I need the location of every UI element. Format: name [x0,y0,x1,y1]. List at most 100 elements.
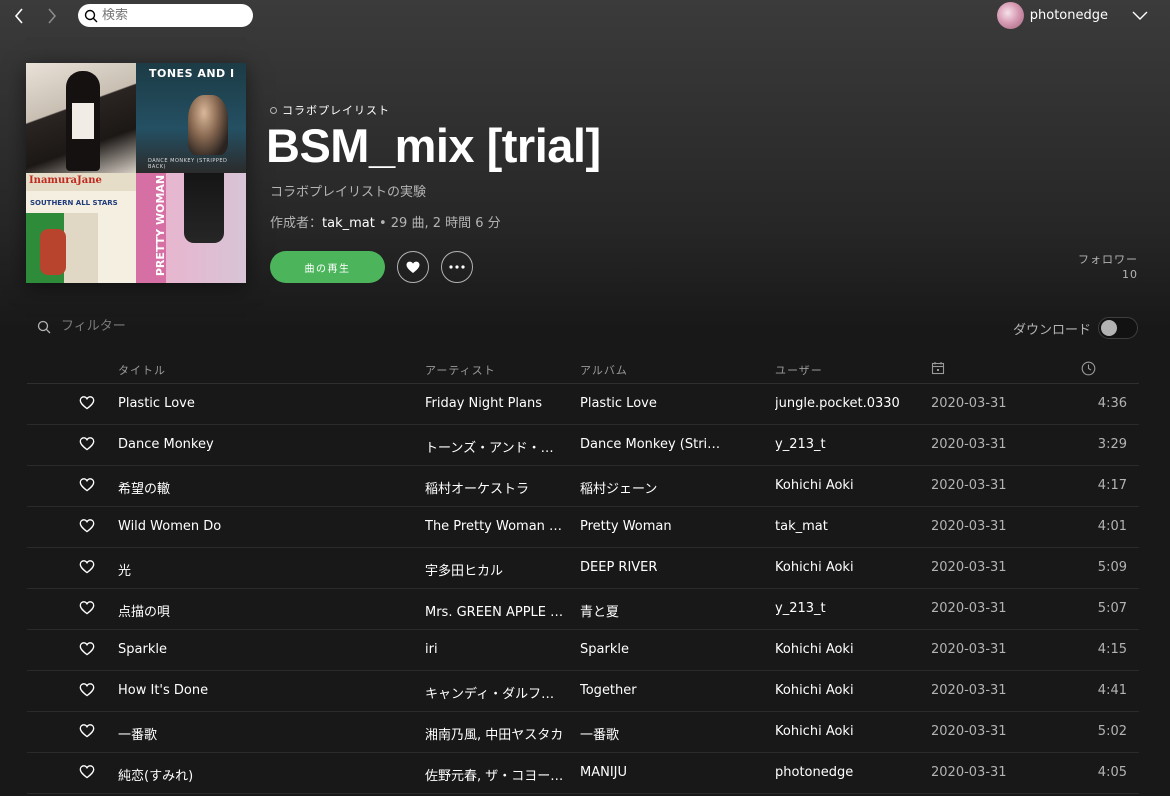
cover-text: TONES AND I [149,67,235,80]
track-added-date: 2020-03-31 [931,765,1007,780]
track-duration: 4:01 [1097,519,1127,534]
avatar[interactable] [996,2,1024,29]
heart-icon[interactable] [79,723,95,739]
track-album[interactable]: Pretty Woman [580,519,722,534]
table-row[interactable]: 点描の唄 Mrs. GREEN APPLE feat. 井上苑子青と夏 y_213_… [27,589,1139,630]
cover-image-3: InamuraJane SOUTHERN ALL STARS [26,173,136,283]
search-input[interactable] [102,8,242,23]
track-artist[interactable]: Friday Night Plans [425,396,565,411]
heart-icon[interactable] [79,641,95,657]
search-icon [84,9,98,22]
column-header-artist[interactable]: アーティスト [425,362,496,378]
heart-filled-icon [406,261,420,273]
track-duration: 5:09 [1097,560,1127,575]
track-album[interactable]: Plastic Love [580,396,722,411]
chevron-left-icon [14,8,23,24]
track-added-by[interactable]: y_213_t [775,437,915,452]
search-icon [37,320,51,333]
meta-prefix: 作成者： [270,216,323,231]
download-toggle[interactable] [1098,317,1138,339]
track-artist[interactable]: 稲村オーケストラ [425,478,565,497]
owner-link[interactable]: tak_mat [322,216,375,231]
table-row[interactable]: Dance Monkey トーンズ・アンド・アイ Dance Monkey (Str… [27,425,1139,466]
heart-icon[interactable] [79,682,95,698]
track-added-by[interactable]: photonedge [775,765,915,780]
track-added-by[interactable]: Kohichi Aoki [775,642,915,657]
user-menu[interactable]: photonedge [996,2,1148,29]
chevron-down-icon[interactable] [1132,11,1148,21]
track-artist[interactable]: iri [425,642,565,657]
track-added-by[interactable]: Kohichi Aoki [775,560,915,575]
track-artist[interactable]: Mrs. GREEN APPLE feat. 井上苑子 [425,601,565,620]
track-album[interactable]: Dance Monkey (Stripped Back) [580,437,722,452]
column-header-album[interactable]: アルバム [580,362,628,378]
clock-icon [1081,361,1096,376]
cover-subtext: SOUTHERN ALL STARS [30,199,118,207]
search-box[interactable] [78,4,253,27]
track-album[interactable]: MANIJU [580,765,722,780]
track-added-date: 2020-03-31 [931,437,1007,452]
heart-icon[interactable] [79,518,95,534]
track-added-by[interactable]: Kohichi Aoki [775,683,915,698]
track-added-by[interactable]: tak_mat [775,519,915,534]
table-header: タイトル アーティスト アルバム ユーザー [27,356,1139,384]
track-artist[interactable]: 佐野元春, ザ・コヨーテ・バンド [425,765,565,784]
like-button[interactable] [397,251,429,283]
track-added-by[interactable]: Kohichi Aoki [775,478,915,493]
track-album[interactable]: 一番歌 [580,724,722,743]
column-header-date[interactable] [931,361,945,378]
cover-subtext: DANCE MONKEY (STRIPPED BACK) [148,158,228,170]
track-duration: 4:15 [1097,642,1127,657]
cover-text: PRETTY WOMAN [154,174,168,277]
track-title: 一番歌 [118,728,158,743]
track-album[interactable]: DEEP RIVER [580,560,722,575]
track-added-date: 2020-03-31 [931,724,1007,739]
table-row[interactable]: 希望の轍 稲村オーケストラ 稲村ジェーン Kohichi Aoki 2020-03-31… [27,466,1139,507]
track-added-date: 2020-03-31 [931,478,1007,493]
track-added-by[interactable]: y_213_t [775,601,915,616]
play-button[interactable]: 曲の再生 [270,251,385,283]
column-header-duration[interactable] [1081,361,1096,379]
forward-button[interactable] [42,5,62,27]
cover-image-4: PRETTY WOMAN [136,173,246,283]
track-album[interactable]: 青と夏 [580,601,722,620]
track-added-date: 2020-03-31 [931,560,1007,575]
heart-icon[interactable] [79,436,95,452]
track-title: 光 [118,564,132,579]
track-added-by[interactable]: Kohichi Aoki [775,724,915,739]
track-artist[interactable]: トーンズ・アンド・アイ [425,437,565,456]
track-artist[interactable]: 宇多田ヒカル [425,560,565,579]
calendar-icon [931,362,945,375]
track-album[interactable]: Together [580,683,722,698]
track-album[interactable]: Sparkle [580,642,722,657]
heart-icon[interactable] [79,600,95,616]
table-row[interactable]: Plastic Love Friday Night Plans Plastic Lo… [27,384,1139,425]
table-row[interactable]: How It's Done キャンディ・ダルファー Together Kohichi … [27,671,1139,712]
filter-box[interactable] [37,319,261,334]
back-button[interactable] [9,5,29,27]
heart-icon[interactable] [79,395,95,411]
track-artist[interactable]: キャンディ・ダルファー [425,683,565,702]
track-added-date: 2020-03-31 [931,601,1007,616]
table-row[interactable]: 純恋(すみれ) 佐野元春, ザ・コヨーテ・バンド MANIJU photonedge 2… [27,753,1139,794]
cover-text: InamuraJane [29,175,102,186]
track-duration: 4:05 [1097,765,1127,780]
heart-icon[interactable] [79,477,95,493]
column-header-title[interactable]: タイトル [118,362,166,378]
track-artist[interactable]: The Pretty Woman Soundtrack [425,519,565,534]
table-row[interactable]: Wild Women Do The Pretty Woman Soundtrack… [27,507,1139,548]
track-title: Wild Women Do [118,519,222,534]
column-header-user[interactable]: ユーザー [775,362,823,378]
track-album[interactable]: 稲村ジェーン [580,478,722,497]
playlist-type: コラボプレイリスト [270,102,390,118]
heart-icon[interactable] [79,559,95,575]
heart-icon[interactable] [79,764,95,780]
filter-input[interactable] [61,319,261,334]
playlist-cover[interactable]: TONES AND I DANCE MONKEY (STRIPPED BACK)… [26,63,246,283]
track-added-by[interactable]: jungle.pocket.0330 [775,396,915,411]
track-artist[interactable]: 湘南乃風, 中田ヤスタカ [425,724,565,743]
table-row[interactable]: Sparkle iri Sparkle Kohichi Aoki 2020-03-31 4… [27,630,1139,671]
table-row[interactable]: 一番歌 湘南乃風, 中田ヤスタカ 一番歌 Kohichi Aoki 2020-03-31… [27,712,1139,753]
table-row[interactable]: 光 宇多田ヒカル DEEP RIVER Kohichi Aoki 2020-03-31 5… [27,548,1139,589]
more-button[interactable] [441,251,473,283]
